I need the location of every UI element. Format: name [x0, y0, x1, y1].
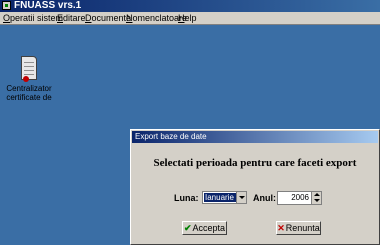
shortcut-label-line2: certificate de: [6, 93, 52, 102]
spinner-buttons[interactable]: [311, 192, 321, 204]
anul-label: Anul:: [253, 193, 276, 203]
accepta-label: Accepta: [192, 223, 226, 233]
x-icon: ✕: [277, 223, 285, 233]
menu-bar: Operatii sistem Editare Documente Nomenc…: [0, 12, 380, 25]
chevron-down-icon[interactable]: [236, 192, 246, 203]
anul-value: 2006: [291, 193, 309, 202]
menu-editare[interactable]: Editare: [57, 12, 86, 24]
renunta-label: Renunta: [285, 223, 320, 233]
title-bar[interactable]: FNUASS vrs.1: [0, 0, 380, 12]
luna-label: Luna:: [174, 193, 199, 203]
desktop-shortcut-centralizator[interactable]: Centralizator certificate de: [2, 56, 56, 102]
dialog-heading: Selectati perioada pentru care faceti ex…: [153, 157, 357, 169]
window-title: FNUASS vrs.1: [14, 0, 82, 11]
menu-operatii-sistem[interactable]: Operatii sistem: [3, 12, 63, 24]
luna-select[interactable]: Ianuarie: [202, 191, 247, 204]
menu-help[interactable]: Help: [178, 12, 197, 24]
accepta-button[interactable]: ✔Accepta: [182, 221, 227, 235]
desktop-shortcut-label: Centralizator certificate de: [2, 84, 56, 102]
renunta-button[interactable]: ✕Renunta: [276, 221, 321, 235]
menu-documente[interactable]: Documente: [85, 12, 131, 24]
dialog-title[interactable]: Export baze de date: [132, 131, 378, 143]
checkmark-icon: ✔: [183, 223, 192, 233]
spin-up-icon[interactable]: [314, 193, 320, 196]
anul-spinner[interactable]: 2006: [277, 191, 322, 205]
spin-down-icon[interactable]: [314, 199, 320, 202]
export-dialog: Export baze de date Selectati perioada p…: [130, 129, 380, 245]
app-icon[interactable]: [2, 1, 11, 10]
shortcut-label-line1: Centralizator: [6, 84, 52, 93]
luna-selected-value: Ianuarie: [204, 193, 237, 202]
document-icon: [18, 56, 40, 82]
